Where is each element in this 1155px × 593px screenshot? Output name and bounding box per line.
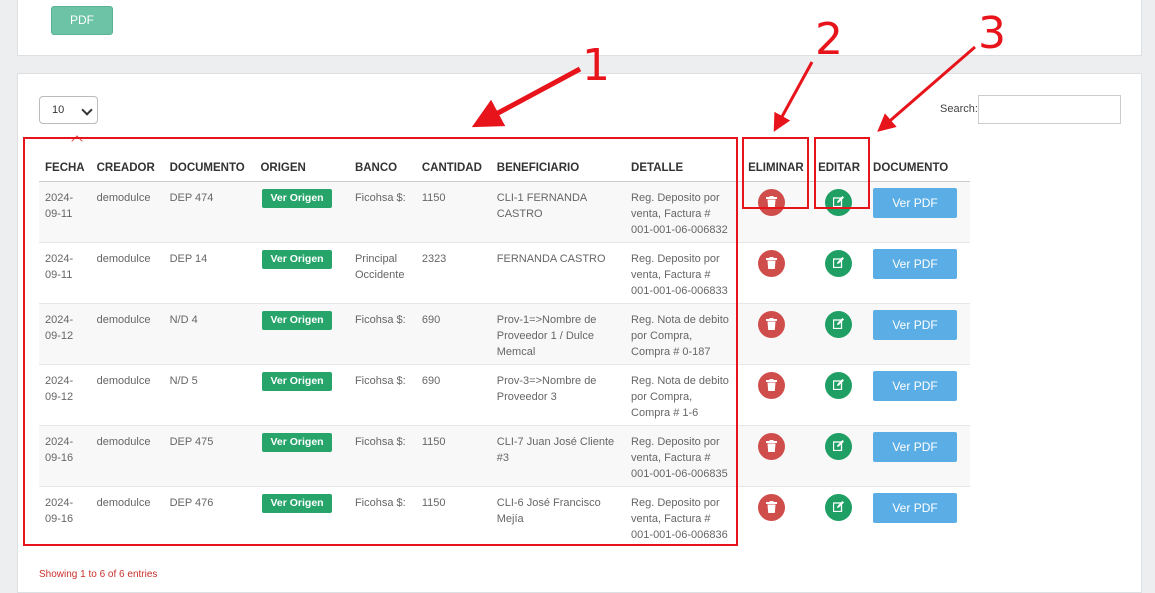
annotation-label-2: 2 bbox=[815, 14, 843, 65]
annotation-label-3: 3 bbox=[978, 8, 1006, 59]
annotation-label-1: 1 bbox=[582, 40, 610, 91]
annotation-arrows bbox=[471, 45, 976, 132]
